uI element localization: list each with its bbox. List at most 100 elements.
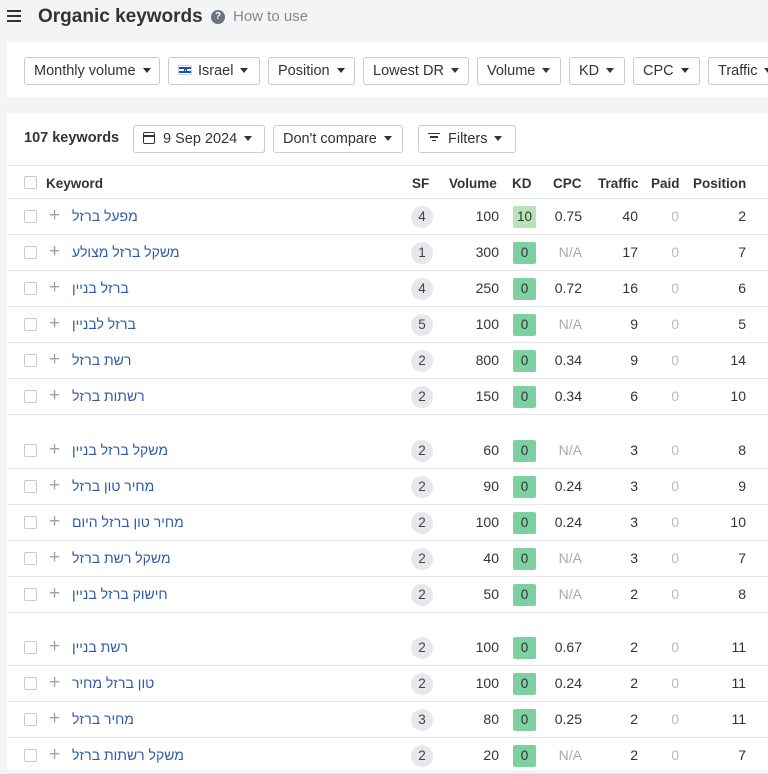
traffic-value[interactable]: 2: [630, 747, 638, 763]
add-keyword-icon[interactable]: +: [49, 277, 60, 299]
row-checkbox[interactable]: [24, 641, 37, 654]
traffic-value[interactable]: 2: [630, 675, 638, 691]
sf-badge[interactable]: 2: [411, 512, 433, 534]
add-keyword-icon[interactable]: +: [49, 583, 60, 605]
traffic-value[interactable]: 3: [630, 514, 638, 530]
col-cpc[interactable]: CPC: [553, 176, 582, 191]
sf-badge[interactable]: 4: [411, 206, 433, 228]
keyword-link[interactable]: מחיר טון ברזל היום: [72, 514, 184, 530]
help-circle-icon[interactable]: ?: [211, 10, 225, 24]
keyword-link[interactable]: מחיר טון ברזל: [72, 478, 154, 494]
keyword-link[interactable]: מפעל ברזל: [72, 208, 138, 224]
traffic-value[interactable]: 3: [630, 550, 638, 566]
filter-traffic[interactable]: Traffic: [708, 57, 768, 85]
add-keyword-icon[interactable]: +: [49, 744, 60, 766]
traffic-value[interactable]: 17: [622, 244, 638, 260]
date-picker[interactable]: 9 Sep 2024: [133, 125, 265, 153]
keyword-link[interactable]: מחיר ברזל: [72, 711, 134, 727]
col-position[interactable]: Position: [693, 176, 746, 191]
sf-badge[interactable]: 4: [411, 278, 433, 300]
col-kd[interactable]: KD: [512, 176, 532, 191]
keyword-link[interactable]: משקל ברזל בניין: [72, 442, 168, 458]
traffic-value[interactable]: 2: [630, 639, 638, 655]
row-checkbox[interactable]: [24, 390, 37, 403]
traffic-value[interactable]: 2: [630, 586, 638, 602]
add-keyword-icon[interactable]: +: [49, 439, 60, 461]
row-checkbox[interactable]: [24, 480, 37, 493]
keyword-link[interactable]: רשתות ברזל: [72, 388, 145, 404]
add-keyword-icon[interactable]: +: [49, 241, 60, 263]
filter-volume[interactable]: Volume: [477, 57, 561, 85]
col-paid[interactable]: Paid: [651, 176, 680, 191]
keyword-link[interactable]: רשת בניין: [72, 639, 128, 655]
sf-badge[interactable]: 2: [411, 548, 433, 570]
row-checkbox[interactable]: [24, 588, 37, 601]
sf-badge[interactable]: 1: [411, 242, 433, 264]
filter-cpc[interactable]: CPC: [633, 57, 700, 85]
sf-badge[interactable]: 2: [411, 584, 433, 606]
select-all-checkbox[interactable]: [24, 176, 37, 189]
add-keyword-icon[interactable]: +: [49, 547, 60, 569]
keyword-link[interactable]: רשת ברזל: [72, 352, 131, 368]
row-checkbox[interactable]: [24, 713, 37, 726]
col-volume[interactable]: Volume: [449, 176, 497, 191]
traffic-value[interactable]: 9: [630, 316, 638, 332]
menu-icon[interactable]: [7, 10, 21, 22]
sf-badge[interactable]: 2: [411, 637, 433, 659]
sf-badge[interactable]: 2: [411, 745, 433, 767]
compare-dropdown[interactable]: Don't compare: [273, 125, 403, 153]
sf-badge[interactable]: 5: [411, 314, 433, 336]
traffic-value[interactable]: 2: [630, 711, 638, 727]
add-keyword-icon[interactable]: +: [49, 672, 60, 694]
row-checkbox[interactable]: [24, 282, 37, 295]
sf-badge[interactable]: 2: [411, 386, 433, 408]
row-checkbox[interactable]: [24, 318, 37, 331]
col-traffic[interactable]: Traffic: [598, 176, 639, 191]
keyword-link[interactable]: משקל ברזל מצולע: [72, 244, 180, 260]
add-keyword-icon[interactable]: +: [49, 708, 60, 730]
add-keyword-icon[interactable]: +: [49, 205, 60, 227]
traffic-value[interactable]: 16: [622, 280, 638, 296]
row-checkbox[interactable]: [24, 210, 37, 223]
row-checkbox[interactable]: [24, 749, 37, 762]
sf-badge[interactable]: 3: [411, 709, 433, 731]
row-checkbox[interactable]: [24, 677, 37, 690]
row-checkbox[interactable]: [24, 552, 37, 565]
filter-lowest-dr[interactable]: Lowest DR: [363, 57, 469, 85]
row-checkbox[interactable]: [24, 354, 37, 367]
keyword-link[interactable]: טון ברזל מחיר: [72, 675, 154, 691]
add-keyword-icon[interactable]: +: [49, 475, 60, 497]
filter-kd[interactable]: KD: [569, 57, 625, 85]
keyword-link[interactable]: חישוק ברזל בניין: [72, 586, 168, 602]
row-checkbox[interactable]: [24, 246, 37, 259]
filters-button[interactable]: Filters: [418, 125, 516, 153]
col-keyword[interactable]: Keyword: [46, 176, 103, 191]
paid-value: 0: [671, 675, 679, 691]
col-sf[interactable]: SF: [412, 176, 429, 191]
traffic-value[interactable]: 9: [630, 352, 638, 368]
how-to-use-link[interactable]: How to use: [233, 8, 308, 25]
filter-monthly-volume[interactable]: Monthly volume: [24, 57, 160, 85]
table-row: + משקל רשת ברזל 2 40 0 N/A 3 0 7: [7, 541, 768, 577]
row-checkbox[interactable]: [24, 516, 37, 529]
add-keyword-icon[interactable]: +: [49, 385, 60, 407]
keyword-link[interactable]: ברזל לבניין: [72, 316, 136, 332]
add-keyword-icon[interactable]: +: [49, 636, 60, 658]
keyword-link[interactable]: משקל רשת ברזל: [72, 550, 171, 566]
filter-country[interactable]: Israel: [168, 57, 260, 85]
traffic-value[interactable]: 3: [630, 478, 638, 494]
add-keyword-icon[interactable]: +: [49, 313, 60, 335]
filter-position[interactable]: Position: [268, 57, 355, 85]
traffic-value[interactable]: 3: [630, 442, 638, 458]
sf-badge[interactable]: 2: [411, 350, 433, 372]
traffic-value[interactable]: 40: [622, 208, 638, 224]
keyword-link[interactable]: משקל רשתות ברזל: [72, 747, 184, 763]
sf-badge[interactable]: 2: [411, 476, 433, 498]
traffic-value[interactable]: 6: [630, 388, 638, 404]
add-keyword-icon[interactable]: +: [49, 349, 60, 371]
sf-badge[interactable]: 2: [411, 440, 433, 462]
add-keyword-icon[interactable]: +: [49, 511, 60, 533]
keyword-link[interactable]: ברזל בניין: [72, 280, 129, 296]
sf-badge[interactable]: 2: [411, 673, 433, 695]
row-checkbox[interactable]: [24, 444, 37, 457]
